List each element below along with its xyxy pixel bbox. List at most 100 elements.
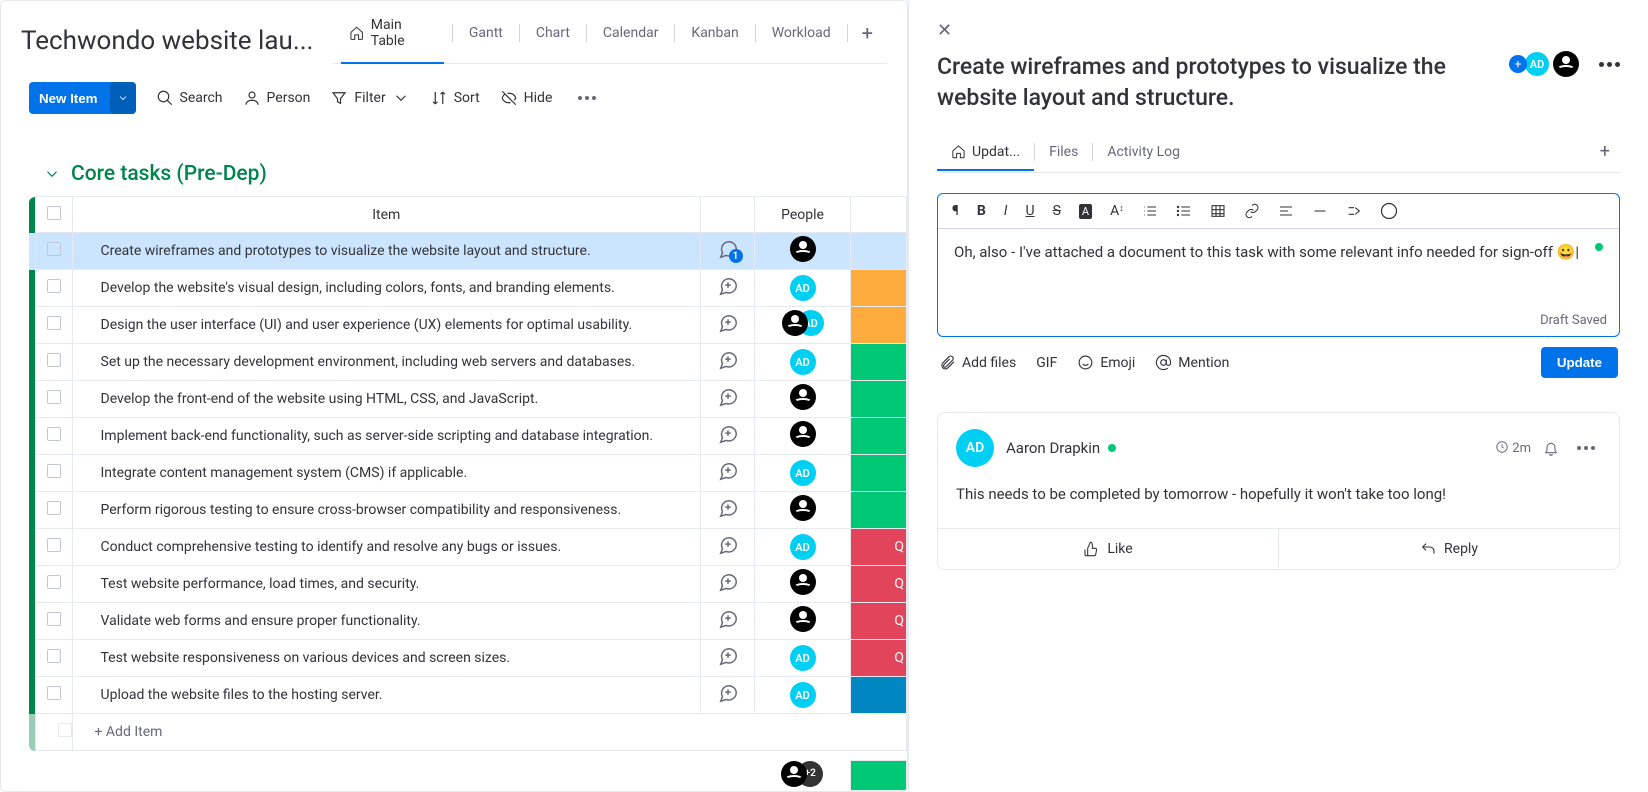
add-conversation-icon[interactable] — [717, 275, 739, 297]
people-cell[interactable]: AD — [755, 640, 851, 677]
row-checkbox[interactable] — [47, 649, 61, 663]
table-row[interactable]: Create wireframes and prototypes to visu… — [29, 233, 907, 270]
item-name[interactable]: Upload the website files to the hosting … — [72, 677, 701, 714]
link-icon[interactable] — [1244, 203, 1260, 219]
add-conversation-icon[interactable] — [717, 497, 739, 519]
table-row[interactable]: Set up the necessary development environ… — [29, 344, 907, 381]
table-row[interactable]: Implement back-end functionality, such a… — [29, 418, 907, 455]
add-item-button[interactable]: + Add Item — [72, 714, 907, 751]
mention-button[interactable]: Mention — [1155, 354, 1229, 371]
strike-icon[interactable]: S — [1053, 203, 1061, 219]
item-name[interactable]: Test website performance, load times, an… — [72, 566, 701, 603]
status-cell[interactable] — [851, 455, 907, 492]
add-files-button[interactable]: Add files — [939, 354, 1016, 371]
item-name[interactable]: Develop the website's visual design, inc… — [72, 270, 701, 307]
people-cell[interactable]: AD — [755, 307, 851, 344]
panel-more-button[interactable] — [1599, 62, 1620, 67]
status-cell[interactable]: Q — [851, 566, 907, 603]
row-checkbox[interactable] — [47, 538, 61, 552]
people-cell[interactable]: AD — [755, 344, 851, 381]
hr-icon[interactable] — [1312, 203, 1328, 219]
search-button[interactable]: Search — [156, 89, 223, 107]
row-checkbox[interactable] — [47, 575, 61, 589]
item-name[interactable]: Implement back-end functionality, such a… — [72, 418, 701, 455]
add-member-button[interactable]: + — [1509, 55, 1527, 73]
status-cell[interactable]: Q — [851, 640, 907, 677]
add-conversation-icon[interactable] — [717, 312, 739, 334]
close-panel-button[interactable]: ✕ — [937, 20, 952, 41]
tab-calendar[interactable]: Calendar — [587, 25, 675, 55]
table-row[interactable]: Develop the front-end of the website usi… — [29, 381, 907, 418]
people-cell[interactable] — [755, 566, 851, 603]
people-cell[interactable] — [755, 381, 851, 418]
table-row[interactable]: Develop the website's visual design, inc… — [29, 270, 907, 307]
update-editor[interactable]: ¶ B I U S A A↕ Oh, also — [937, 193, 1620, 337]
status-cell[interactable]: Q — [851, 529, 907, 566]
post-update-button[interactable]: Update — [1541, 347, 1618, 378]
people-cell[interactable] — [755, 233, 851, 270]
add-conversation-icon[interactable] — [717, 682, 739, 704]
filter-button[interactable]: Filter — [330, 89, 409, 107]
panel-tab-activity[interactable]: Activity Log — [1093, 134, 1194, 170]
align-icon[interactable] — [1278, 203, 1294, 219]
column-item[interactable]: Item — [72, 197, 701, 233]
editor-content[interactable]: Oh, also - I've attached a document to t… — [938, 229, 1619, 309]
people-cell[interactable]: AD — [755, 529, 851, 566]
add-conversation-icon[interactable] — [717, 423, 739, 445]
people-cell[interactable] — [755, 603, 851, 640]
add-conversation-icon[interactable] — [717, 460, 739, 482]
item-name[interactable]: Design the user interface (UI) and user … — [72, 307, 701, 344]
row-checkbox[interactable] — [47, 242, 61, 256]
status-cell[interactable] — [851, 492, 907, 529]
underline-icon[interactable]: U — [1026, 203, 1035, 219]
item-name[interactable]: Integrate content management system (CMS… — [72, 455, 701, 492]
item-name[interactable]: Set up the necessary development environ… — [72, 344, 701, 381]
panel-tab-files[interactable]: Files — [1035, 134, 1092, 170]
more-options-button[interactable] — [572, 96, 602, 100]
status-cell[interactable] — [851, 677, 907, 714]
italic-icon[interactable]: I — [1004, 203, 1008, 219]
member-avatar[interactable]: AD — [1525, 52, 1549, 76]
member-avatar[interactable] — [1553, 51, 1579, 77]
new-item-dropdown[interactable] — [110, 82, 136, 114]
panel-item-title[interactable]: Create wireframes and prototypes to visu… — [937, 51, 1497, 113]
panel-add-tab-button[interactable]: + — [1590, 131, 1620, 172]
new-item-button[interactable]: New Item — [29, 82, 136, 114]
reply-button[interactable]: Reply — [1278, 529, 1619, 569]
status-cell[interactable] — [851, 307, 907, 344]
item-name[interactable]: Test website responsiveness on various d… — [72, 640, 701, 677]
row-checkbox[interactable] — [47, 464, 61, 478]
paragraph-icon[interactable]: ¶ — [952, 203, 959, 219]
table-row[interactable]: Test website responsiveness on various d… — [29, 640, 907, 677]
item-name[interactable]: Create wireframes and prototypes to visu… — [72, 233, 701, 270]
bell-icon[interactable] — [1543, 440, 1559, 456]
checklist-icon[interactable] — [1380, 202, 1398, 220]
text-color-icon[interactable]: A — [1079, 204, 1092, 219]
table-row[interactable]: Upload the website files to the hosting … — [29, 677, 907, 714]
status-cell[interactable] — [851, 381, 907, 418]
conversation-icon[interactable]: 1 — [717, 238, 739, 260]
panel-tab-updates[interactable]: Updat... — [937, 134, 1034, 170]
add-conversation-icon[interactable] — [717, 645, 739, 667]
like-button[interactable]: Like — [938, 529, 1278, 569]
row-checkbox[interactable] — [47, 501, 61, 515]
row-checkbox[interactable] — [47, 427, 61, 441]
table-icon[interactable] — [1210, 203, 1226, 219]
add-conversation-icon[interactable] — [717, 534, 739, 556]
table-row[interactable]: Integrate content management system (CMS… — [29, 455, 907, 492]
tab-gantt[interactable]: Gantt — [453, 25, 519, 55]
row-checkbox[interactable] — [47, 390, 61, 404]
emoji-button[interactable]: Emoji — [1077, 354, 1135, 371]
author-avatar[interactable]: AD — [956, 429, 994, 467]
row-checkbox[interactable] — [47, 612, 61, 626]
add-conversation-icon[interactable] — [717, 349, 739, 371]
status-cell[interactable] — [851, 233, 907, 270]
people-cell[interactable] — [755, 492, 851, 529]
update-more-button[interactable] — [1571, 446, 1601, 450]
tab-chart[interactable]: Chart — [520, 25, 586, 55]
status-cell[interactable] — [851, 418, 907, 455]
tab-workload[interactable]: Workload — [756, 25, 847, 55]
table-row[interactable]: Validate web forms and ensure proper fun… — [29, 603, 907, 640]
tab-kanban[interactable]: Kanban — [675, 25, 754, 55]
tab-main-table[interactable]: Main Table — [333, 17, 451, 63]
